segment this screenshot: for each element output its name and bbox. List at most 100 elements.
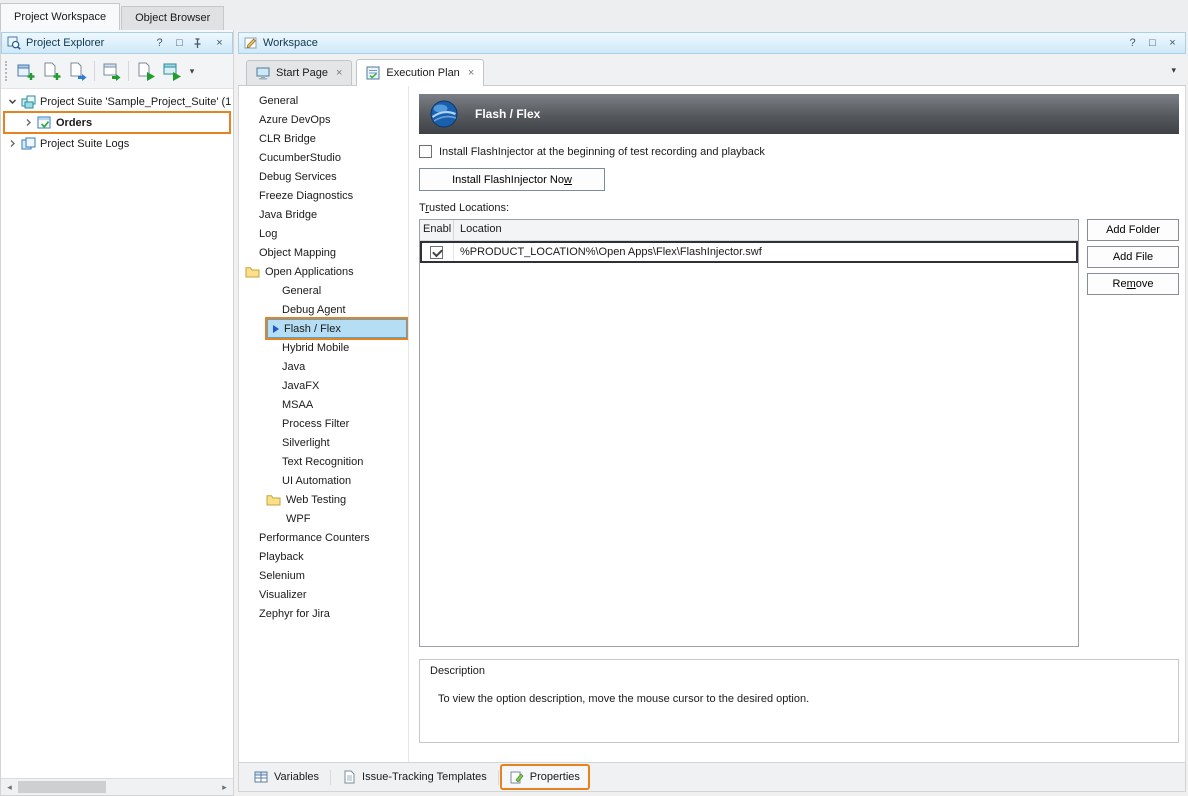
nav-item-open-applications[interactable]: Open Applications [239,262,408,281]
nav-item-ui-automation[interactable]: UI Automation [239,471,408,490]
nav-item-clr-bridge[interactable]: CLR Bridge [239,129,408,148]
tab-start-page[interactable]: Start Page × [246,60,352,85]
toolbar-export-button[interactable] [65,59,90,84]
tab-label: Properties [530,771,580,783]
nav-item-label: Open Applications [265,266,354,278]
nav-item-label: Debug Agent [282,304,346,316]
remove-button[interactable]: Remove [1087,273,1179,295]
nav-item-text-recognition[interactable]: Text Recognition [239,452,408,471]
nav-item-log[interactable]: Log [239,224,408,243]
flash-flex-page: Flash / Flex Install FlashInjector at th… [409,86,1185,762]
nav-item-silverlight[interactable]: Silverlight [239,433,408,452]
scroll-left-icon[interactable]: ◂ [1,779,18,795]
tab-issue-tracking-templates[interactable]: Issue-Tracking Templates [333,765,496,789]
install-flashinjector-checkbox[interactable] [419,145,432,158]
nav-item-azure-devops[interactable]: Azure DevOps [239,110,408,129]
nav-item-hybrid-mobile[interactable]: Hybrid Mobile [239,338,408,357]
tab-execution-plan[interactable]: Execution Plan × [356,59,484,86]
editor-bottom-tabs: Variables Issue-Tracking Templates Prope… [238,762,1186,792]
help-icon[interactable]: ? [1125,36,1140,51]
chevron-right-icon[interactable] [24,118,33,127]
close-panel-icon[interactable]: × [212,36,227,51]
nav-item-object-mapping[interactable]: Object Mapping [239,243,408,262]
tab-project-workspace[interactable]: Project Workspace [0,3,120,30]
nav-item-wpf[interactable]: WPF [239,509,408,528]
tree-item-project-suite[interactable]: Project Suite 'Sample_Project_Suite' (1 … [1,92,233,111]
chevron-right-icon[interactable] [8,139,17,148]
nav-item-javafx[interactable]: JavaFX [239,376,408,395]
tree-item-label: Project Suite 'Sample_Project_Suite' (1 … [40,96,233,108]
nav-item-label: JavaFX [282,380,319,392]
nav-item-zephyr-for-jira[interactable]: Zephyr for Jira [239,604,408,623]
help-icon[interactable]: ? [152,36,167,51]
nav-item-debug-agent[interactable]: Debug Agent [239,300,408,319]
toolbar-import-button[interactable] [99,59,124,84]
column-header-location[interactable]: Location [454,220,1078,240]
tab-variables[interactable]: Variables [245,765,328,789]
tab-close-icon[interactable]: × [336,67,342,79]
nav-item-selenium[interactable]: Selenium [239,566,408,585]
row-location-cell: %PRODUCT_LOCATION%\Open Apps\Flex\FlashI… [454,246,1078,258]
toolbar-run-project-button[interactable] [159,59,184,84]
nav-item-label: Flash / Flex [284,323,341,335]
trusted-locations-grid[interactable]: Enabl Location %PRODUCT_LOCATION%\Open A… [419,219,1079,647]
nav-item-visualizer[interactable]: Visualizer [239,585,408,604]
nav-item-flash-flex[interactable]: Flash / Flex [267,319,407,338]
project-explorer-title: Project Explorer [26,37,147,49]
tree-item-label: Project Suite Logs [40,138,129,150]
workspace-mode-tabs: Project Workspace Object Browser [0,0,1188,30]
toolbar-separator [94,61,95,81]
project-suite-icon [21,95,36,109]
toolbar-add-item-button[interactable] [39,59,64,84]
nav-item-java[interactable]: Java [239,357,408,376]
scroll-right-icon[interactable]: ▸ [216,779,233,795]
nav-item-java-bridge[interactable]: Java Bridge [239,205,408,224]
pin-icon[interactable] [192,38,207,49]
nav-item-label: Process Filter [282,418,349,430]
scrollbar-thumb[interactable] [18,781,106,793]
nav-item-web-testing[interactable]: Web Testing [239,490,408,509]
description-text: To view the option description, move the… [438,693,1168,705]
toolbar-grip[interactable] [5,61,8,81]
nav-item-label: UI Automation [282,475,351,487]
toolbar-run-button[interactable] [133,59,158,84]
nav-item-playback[interactable]: Playback [239,547,408,566]
horizontal-scrollbar[interactable]: ◂ ▸ [1,778,233,795]
float-window-icon[interactable]: □ [172,36,187,51]
description-title: Description [430,665,1168,677]
chevron-down-icon[interactable] [8,97,17,106]
trusted-locations-zone: Enabl Location %PRODUCT_LOCATION%\Open A… [419,219,1179,647]
grid-buttons: Add Folder Add File Remove [1087,219,1179,647]
nav-item-msaa[interactable]: MSAA [239,395,408,414]
nav-item-performance-counters[interactable]: Performance Counters [239,528,408,547]
folder-icon [245,266,260,278]
table-row[interactable]: %PRODUCT_LOCATION%\Open Apps\Flex\FlashI… [420,241,1078,263]
tab-label: Variables [274,771,319,783]
nav-item-debug-services[interactable]: Debug Services [239,167,408,186]
tree-item-orders[interactable]: Orders [5,113,229,132]
toolbar-new-item-button[interactable] [13,59,38,84]
tab-properties[interactable]: Properties [501,765,589,789]
nav-item-process-filter[interactable]: Process Filter [239,414,408,433]
tree-item-project-suite-logs[interactable]: Project Suite Logs [1,134,233,153]
workspace-title: Workspace [263,37,1120,49]
tab-object-browser[interactable]: Object Browser [121,6,224,30]
description-box: Description To view the option descripti… [419,659,1179,743]
nav-item-general[interactable]: General [239,91,408,110]
row-enabled-checkbox[interactable] [430,246,443,259]
toolbar-dropdown-icon[interactable]: ▾ [185,66,199,77]
nav-item-cucumberstudio[interactable]: CucumberStudio [239,148,408,167]
nav-item-freeze-diagnostics[interactable]: Freeze Diagnostics [239,186,408,205]
project-explorer-panel: Project Explorer ? □ × [0,30,234,796]
tab-label: Issue-Tracking Templates [362,771,487,783]
float-window-icon[interactable]: □ [1145,36,1160,51]
tab-overflow-icon[interactable]: ▾ [1171,65,1176,76]
install-flashinjector-now-button[interactable]: Install FlashInjector Now [419,168,605,191]
nav-item-open-apps-general[interactable]: General [239,281,408,300]
close-panel-icon[interactable]: × [1165,36,1180,51]
add-file-button[interactable]: Add File [1087,246,1179,268]
nav-item-label: Zephyr for Jira [259,608,330,620]
column-header-enabled[interactable]: Enabl [420,220,454,240]
tab-close-icon[interactable]: × [468,67,474,79]
add-folder-button[interactable]: Add Folder [1087,219,1179,241]
